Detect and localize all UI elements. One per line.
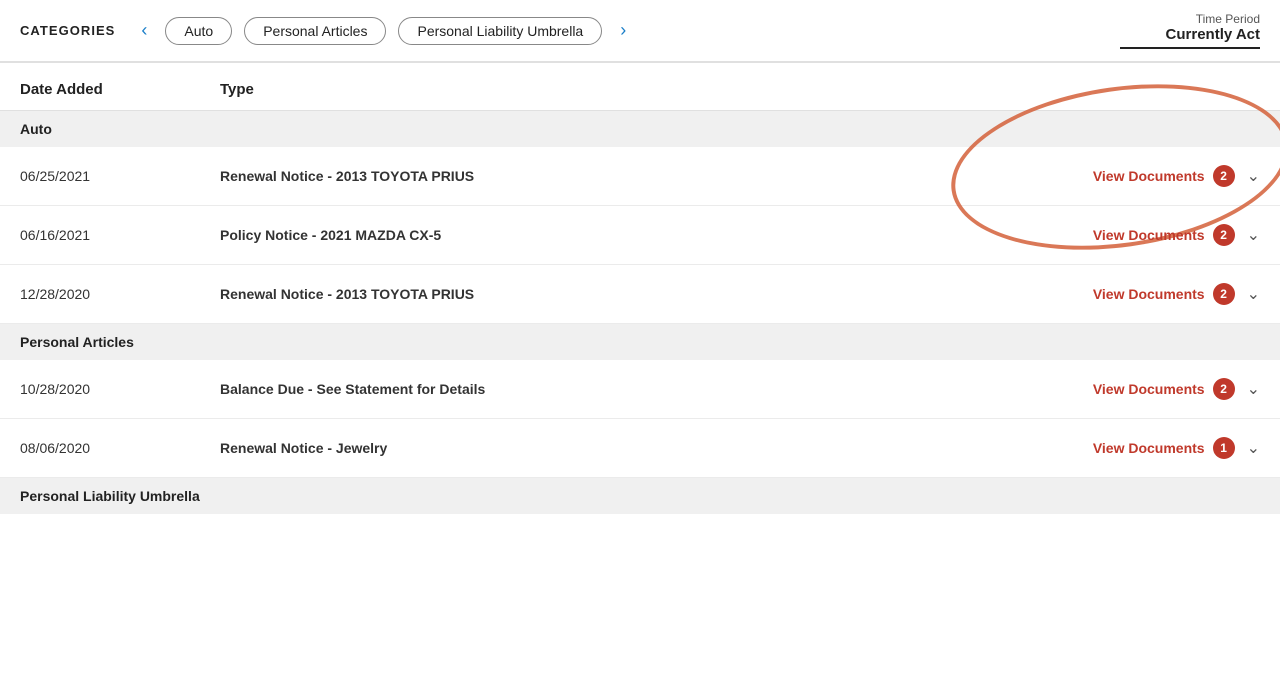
row-action: View Documents 2 ⌄: [1060, 224, 1260, 246]
table-row-wrapper: 10/28/2020Balance Due - See Statement fo…: [0, 360, 1280, 419]
view-documents-link[interactable]: View Documents: [1093, 286, 1205, 302]
row-type: Renewal Notice - 2013 TOYOTA PRIUS: [220, 168, 1060, 184]
col-type-header: Type: [220, 81, 1060, 98]
row-date: 06/16/2021: [20, 227, 220, 243]
view-documents-link[interactable]: View Documents: [1093, 168, 1205, 184]
row-date: 08/06/2020: [20, 440, 220, 456]
tab-personal-liability-umbrella[interactable]: Personal Liability Umbrella: [398, 17, 602, 45]
table-row-wrapper: 12/28/2020Renewal Notice - 2013 TOYOTA P…: [0, 265, 1280, 324]
table-row: 08/06/2020Renewal Notice - JewelryView D…: [0, 419, 1280, 478]
row-type: Renewal Notice - Jewelry: [220, 440, 1060, 456]
row-date: 12/28/2020: [20, 286, 220, 302]
view-documents-link[interactable]: View Documents: [1093, 227, 1205, 243]
document-count-badge: 2: [1213, 283, 1235, 305]
row-date: 10/28/2020: [20, 381, 220, 397]
time-period-selector[interactable]: Time Period Currently Act: [1120, 12, 1260, 49]
document-count-badge: 1: [1213, 437, 1235, 459]
row-action: View Documents 2 ⌄: [1060, 165, 1260, 187]
row-date: 06/25/2021: [20, 168, 220, 184]
section-header-personal-liability-umbrella: Personal Liability Umbrella: [0, 478, 1280, 514]
document-count-badge: 2: [1213, 378, 1235, 400]
row-type: Renewal Notice - 2013 TOYOTA PRIUS: [220, 286, 1060, 302]
nav-prev-button[interactable]: ‹: [135, 18, 153, 43]
nav-next-button[interactable]: ›: [614, 18, 632, 43]
row-action: View Documents 1 ⌄: [1060, 437, 1260, 459]
chevron-down-icon[interactable]: ⌄: [1247, 225, 1260, 245]
section-header-auto: Auto: [0, 111, 1280, 147]
chevron-down-icon[interactable]: ⌄: [1247, 438, 1260, 458]
chevron-left-icon: ‹: [141, 20, 147, 41]
chevron-down-icon[interactable]: ⌄: [1247, 379, 1260, 399]
table-row: 12/28/2020Renewal Notice - 2013 TOYOTA P…: [0, 265, 1280, 324]
top-navigation-bar: CATEGORIES ‹ Auto Personal Articles Pers…: [0, 0, 1280, 62]
tab-auto[interactable]: Auto: [165, 17, 232, 45]
section-header-personal-articles: Personal Articles: [0, 324, 1280, 360]
row-type: Policy Notice - 2021 MAZDA CX-5: [220, 227, 1060, 243]
table-row-wrapper: 06/16/2021Policy Notice - 2021 MAZDA CX-…: [0, 206, 1280, 265]
view-documents-link[interactable]: View Documents: [1093, 440, 1205, 456]
table-row-wrapper: 06/25/2021Renewal Notice - 2013 TOYOTA P…: [0, 147, 1280, 206]
col-date-header: Date Added: [20, 81, 220, 98]
table-header: Date Added Type: [0, 63, 1280, 111]
row-action: View Documents 2 ⌄: [1060, 378, 1260, 400]
categories-label: CATEGORIES: [20, 23, 115, 38]
table-row: 06/25/2021Renewal Notice - 2013 TOYOTA P…: [0, 147, 1280, 206]
table-row-wrapper: 08/06/2020Renewal Notice - JewelryView D…: [0, 419, 1280, 478]
tab-personal-articles[interactable]: Personal Articles: [244, 17, 386, 45]
table-row: 06/16/2021Policy Notice - 2021 MAZDA CX-…: [0, 206, 1280, 265]
document-count-badge: 2: [1213, 224, 1235, 246]
chevron-right-icon: ›: [620, 20, 626, 41]
time-period-value: Currently Act: [1120, 26, 1260, 43]
chevron-down-icon[interactable]: ⌄: [1247, 284, 1260, 304]
table-body: Auto06/25/2021Renewal Notice - 2013 TOYO…: [0, 111, 1280, 514]
time-period-label: Time Period: [1120, 12, 1260, 26]
table-row: 10/28/2020Balance Due - See Statement fo…: [0, 360, 1280, 419]
chevron-down-icon[interactable]: ⌄: [1247, 166, 1260, 186]
row-action: View Documents 2 ⌄: [1060, 283, 1260, 305]
view-documents-link[interactable]: View Documents: [1093, 381, 1205, 397]
document-count-badge: 2: [1213, 165, 1235, 187]
row-type: Balance Due - See Statement for Details: [220, 381, 1060, 397]
